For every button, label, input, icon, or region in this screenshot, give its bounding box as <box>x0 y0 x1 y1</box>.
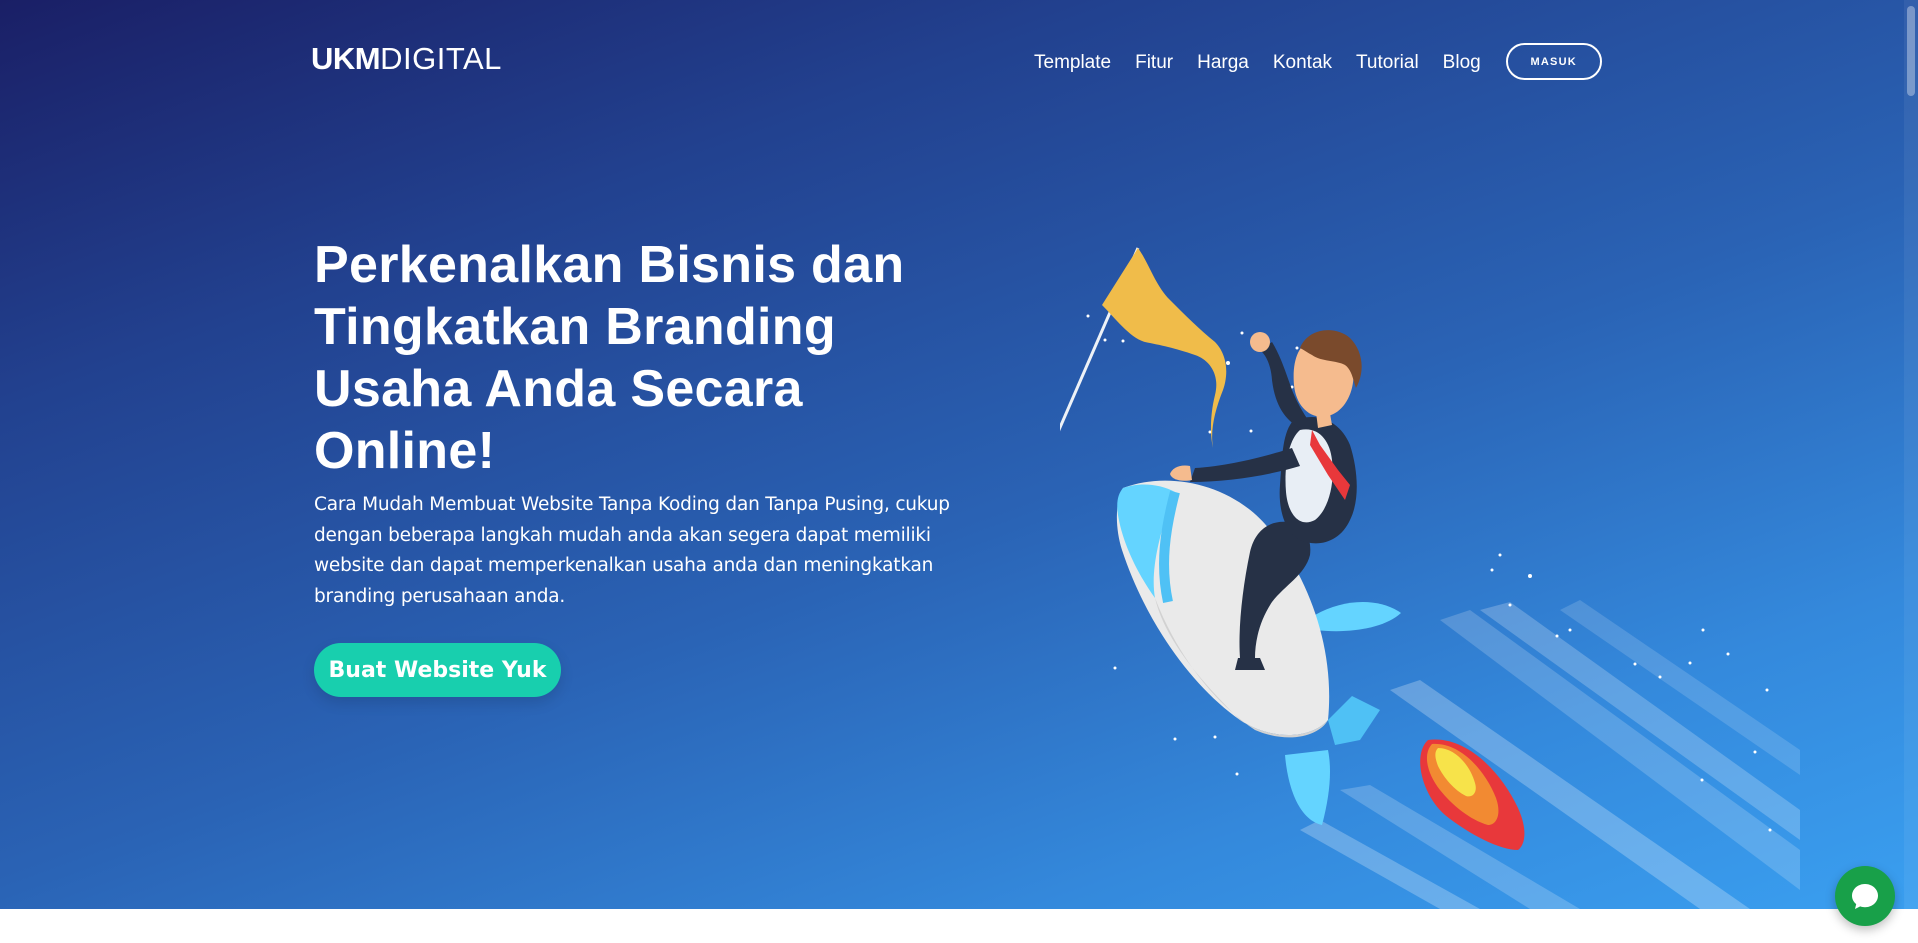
hero-description: Cara Mudah Membuat Website Tanpa Koding … <box>314 494 950 607</box>
chat-button[interactable] <box>1835 866 1895 926</box>
page-scrollbar[interactable] <box>1904 0 1918 909</box>
logo-text-bold: UKM <box>311 41 381 76</box>
main-navigation: Template Fitur Harga Kontak Tutorial Blo… <box>1034 43 1602 80</box>
nav-item-tutorial[interactable]: Tutorial <box>1356 49 1419 77</box>
hero-headline: Perkenalkan Bisnis dan Tingkatkan Brandi… <box>314 236 905 480</box>
login-button[interactable]: MASUK <box>1505 43 1602 80</box>
create-website-button[interactable]: Buat Website Yuk <box>314 643 561 697</box>
businessman-on-rocket-illustration <box>1060 247 1800 909</box>
hero-section: UKM DIGITAL Template Fitur Harga Kontak T… <box>0 0 1918 909</box>
scrollbar-thumb[interactable] <box>1907 6 1915 96</box>
nav-item-kontak[interactable]: Kontak <box>1273 49 1332 77</box>
nav-item-blog[interactable]: Blog <box>1443 49 1481 77</box>
speed-trails <box>1300 600 1800 909</box>
site-logo[interactable]: UKM DIGITAL <box>311 41 502 76</box>
logo-text-light: DIGITAL <box>380 41 502 76</box>
next-section-edge <box>0 909 1918 943</box>
nav-item-harga[interactable]: Harga <box>1197 49 1249 77</box>
flag <box>1060 247 1227 448</box>
chat-bubble-icon <box>1852 884 1878 909</box>
nav-item-fitur[interactable]: Fitur <box>1135 49 1173 77</box>
nav-item-template[interactable]: Template <box>1034 49 1111 77</box>
